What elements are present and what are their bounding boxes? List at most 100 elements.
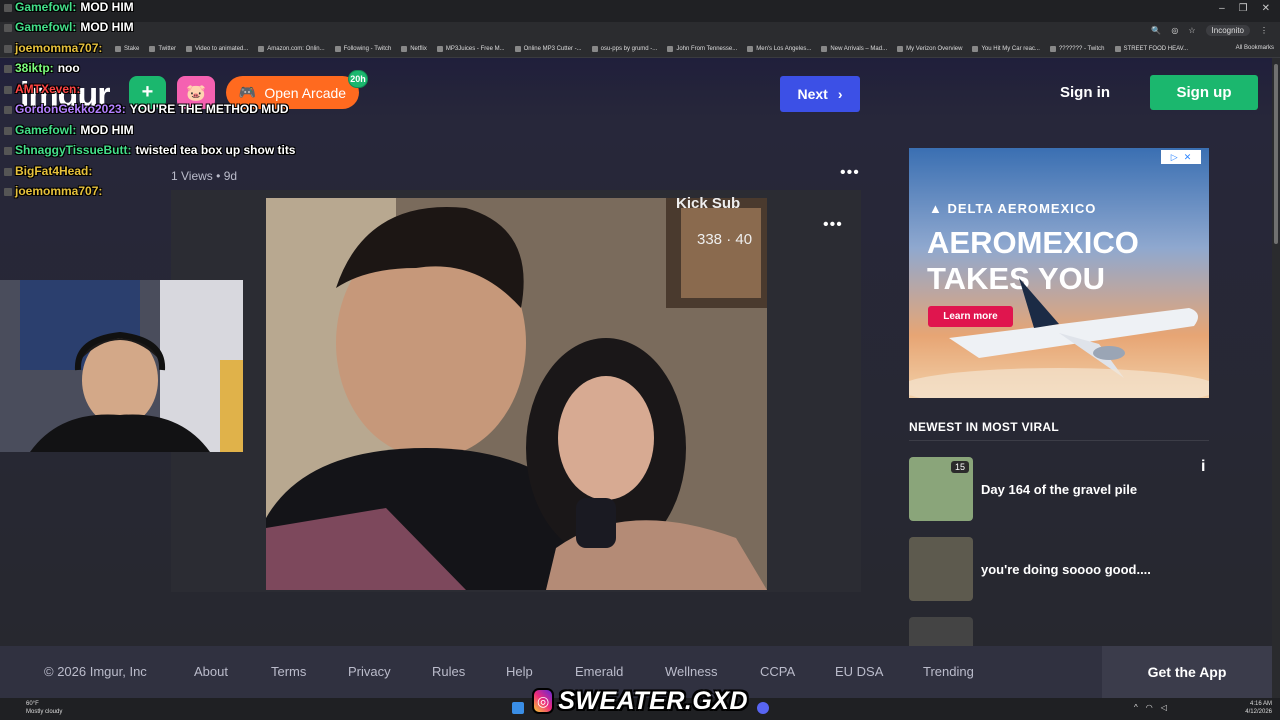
footer-link-trending[interactable]: Trending xyxy=(923,664,974,679)
bookmark-item[interactable]: osu-pps by grumd -... xyxy=(587,45,663,52)
bookmark-item[interactable]: My Verizon Overview xyxy=(892,45,967,52)
chat-badge-icon xyxy=(4,105,12,114)
weather-condition: Mostly cloudy xyxy=(26,709,63,715)
bookmark-item[interactable]: John From Tennesse... xyxy=(662,45,742,52)
bookmark-favicon-icon xyxy=(591,45,598,52)
chat-message: BigFat4Head: xyxy=(4,164,96,178)
bookmark-favicon-icon xyxy=(667,45,674,52)
sign-up-button[interactable]: Sign up xyxy=(1150,75,1258,110)
search-icon[interactable]: 🔍 xyxy=(1151,26,1161,35)
viral-item[interactable] xyxy=(909,617,1229,646)
viral-item-thumbnail[interactable]: 15 xyxy=(909,457,973,521)
bookmark-item[interactable]: You Hit My Car reac... xyxy=(967,45,1044,52)
instagram-icon: ◎ xyxy=(532,688,555,714)
post-video[interactable] xyxy=(266,198,767,590)
video-more-options-icon[interactable]: ••• xyxy=(823,216,843,234)
bookmark-item[interactable]: Following - Twitch xyxy=(330,45,397,52)
taskbar-clock[interactable]: 4:16 AM 4/12/2026 xyxy=(1245,700,1272,716)
advertisement[interactable]: ▷ ✕ ▲ DELTA AEROMEXICO AEROMEXICO TAKES Y… xyxy=(909,148,1209,398)
viral-item-title[interactable]: you're doing soooo good.... xyxy=(981,562,1151,577)
viral-item-thumbnail[interactable] xyxy=(909,537,973,601)
bookmark-item[interactable]: ??????? - Twitch xyxy=(1045,45,1110,52)
bookmark-item[interactable]: Men's Los Angeles... xyxy=(742,45,816,52)
footer-link-terms[interactable]: Terms xyxy=(271,664,306,679)
open-arcade-label: Open Arcade xyxy=(264,84,347,101)
footer-link-privacy[interactable]: Privacy xyxy=(348,664,391,679)
window-controls: – ❐ ✕ xyxy=(1219,3,1270,14)
bookmark-item[interactable]: New Arrivals – Mad... xyxy=(816,45,892,52)
bookmark-item[interactable]: Twitter xyxy=(144,45,181,52)
chat-message: AMTXeven: xyxy=(4,82,84,96)
viral-item[interactable]: you're doing soooo good.... xyxy=(909,537,1229,601)
chat-message: joemomma707: xyxy=(4,41,106,55)
maximize-icon[interactable]: ❐ xyxy=(1239,3,1248,14)
all-bookmarks-button[interactable]: All Bookmarks xyxy=(1236,45,1274,51)
ad-brand: ▲ DELTA AEROMEXICO xyxy=(929,201,1097,216)
chat-username: Gamefowl: xyxy=(15,123,77,137)
video-overlay-count: 338 · 40 xyxy=(697,231,753,248)
ad-learn-more-button[interactable]: Learn more xyxy=(928,306,1013,327)
chat-text: YOU'RE THE METHOD MUD xyxy=(129,102,289,116)
bookmark-favicon-icon xyxy=(115,45,121,52)
chat-username: BigFat4Head: xyxy=(15,164,93,178)
taskbar-weather[interactable]: 60°F Mostly cloudy xyxy=(26,700,62,716)
address-bar[interactable]: 🔍 ◎ ☆ Incognito ⋮ xyxy=(0,22,1280,40)
footer-link-rules[interactable]: Rules xyxy=(432,664,465,679)
bookmark-favicon-icon xyxy=(972,45,979,52)
bookmark-label: STREET FOOD HEAV... xyxy=(1123,45,1189,52)
minimize-icon[interactable]: – xyxy=(1219,3,1225,14)
ad-choices-icon[interactable]: ▷ ✕ xyxy=(1161,150,1201,164)
bookmark-favicon-icon xyxy=(897,45,904,52)
get-the-app-button[interactable]: Get the App xyxy=(1102,646,1272,698)
wifi-icon[interactable]: ◠ xyxy=(1146,703,1153,712)
bookmark-item[interactable]: Video to animated... xyxy=(181,45,253,52)
bookmark-item[interactable]: Netflix xyxy=(396,45,432,52)
system-tray: ^ ◠ ◁ xyxy=(1134,703,1167,712)
footer-copyright: © 2026 Imgur, Inc xyxy=(44,664,147,679)
footer-link-wellness[interactable]: Wellness xyxy=(665,664,718,679)
watermark-handle: SWEATER.GXD xyxy=(558,686,748,715)
chat-message: ShnaggyTissueButt: twisted tea box up sho… xyxy=(4,143,295,157)
footer-link-emerald[interactable]: Emerald xyxy=(575,664,623,679)
close-icon[interactable]: ✕ xyxy=(1262,3,1270,14)
footer-link-ccpa[interactable]: CCPA xyxy=(760,664,795,679)
discord-icon[interactable] xyxy=(757,702,769,714)
chat-text: MOD HIM xyxy=(80,0,134,14)
windows-start-icon[interactable] xyxy=(512,702,524,714)
footer-link-about[interactable]: About xyxy=(194,664,228,679)
bookmark-label: Stake xyxy=(124,45,140,52)
chat-badge-icon xyxy=(4,3,12,12)
stream-watermark: ◎ SWEATER.GXD xyxy=(532,686,748,716)
post-views: 1 Views xyxy=(171,169,213,183)
menu-icon[interactable]: ⋮ xyxy=(1260,26,1268,35)
chat-text: noo xyxy=(57,61,80,75)
taskbar-apps xyxy=(512,702,524,714)
scrollbar-thumb[interactable] xyxy=(1274,64,1278,244)
incognito-badge[interactable]: Incognito xyxy=(1205,25,1250,36)
post-more-options-icon[interactable]: ••• xyxy=(840,164,860,182)
viral-item-thumbnail[interactable] xyxy=(909,617,973,646)
viral-item[interactable]: 15 Day 164 of the gravel pile xyxy=(909,457,1229,521)
star-icon[interactable]: ☆ xyxy=(1188,26,1195,35)
bookmark-item[interactable]: MP3Juices - Free M... xyxy=(432,45,510,52)
bookmark-item[interactable]: Online MP3 Cutter -... xyxy=(510,45,587,52)
chat-badge-icon xyxy=(4,23,12,32)
bookmark-item[interactable]: Stake xyxy=(110,45,144,52)
chat-message: Gamefowl: MOD HIM xyxy=(4,123,134,137)
bookmark-label: Following - Twitch xyxy=(343,45,392,52)
chevron-up-icon[interactable]: ^ xyxy=(1134,703,1138,712)
bookmark-item[interactable]: Amazon.com: Onlin... xyxy=(253,45,329,52)
bookmark-label: Netflix xyxy=(410,45,427,52)
chat-text: twisted tea box up show tits xyxy=(135,143,296,157)
chat-message: joemomma707: xyxy=(4,184,106,198)
bookmark-item[interactable]: STREET FOOD HEAV... xyxy=(1110,45,1194,52)
chat-badge-icon xyxy=(4,126,12,135)
sign-in-link[interactable]: Sign in xyxy=(1060,84,1110,101)
viral-item-title[interactable]: Day 164 of the gravel pile xyxy=(981,482,1137,497)
next-post-button[interactable]: Next › xyxy=(780,76,860,112)
footer-link-eu-dsa[interactable]: EU DSA xyxy=(835,664,883,679)
volume-icon[interactable]: ◁ xyxy=(1161,703,1167,712)
footer-link-help[interactable]: Help xyxy=(506,664,533,679)
eye-off-icon[interactable]: ◎ xyxy=(1171,26,1178,35)
chat-message: 38iktp: noo xyxy=(4,61,80,75)
